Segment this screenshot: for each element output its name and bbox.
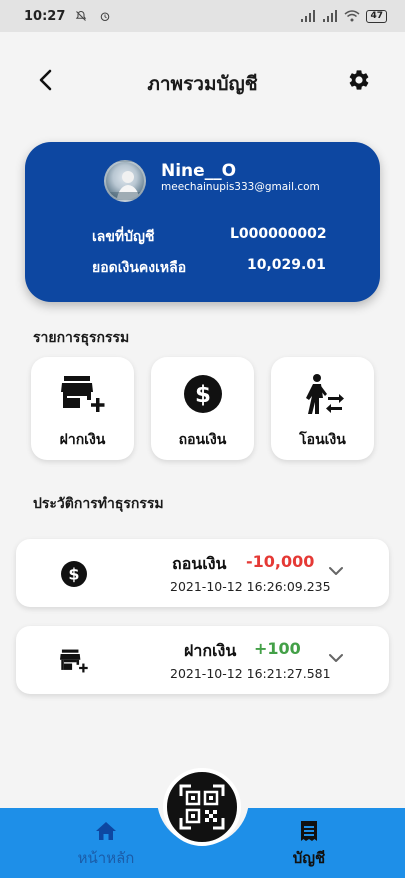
transactions-section-title: รายการธุรกรรม bbox=[33, 330, 130, 346]
nav-account-label: บัญชี bbox=[292, 849, 326, 867]
history-item-amount: -10,000 bbox=[246, 552, 315, 571]
qr-scan-button[interactable] bbox=[163, 768, 241, 846]
account-number-value: L000000002 bbox=[230, 226, 327, 242]
history-item-type: ฝากเงิน bbox=[184, 641, 237, 660]
alarm-icon bbox=[101, 12, 110, 22]
withdraw-label: ถอนเงิน bbox=[178, 432, 227, 448]
user-email: meechainupis333@gmail.com bbox=[161, 181, 320, 193]
history-item[interactable]: $ ถอนเงิน -10,000 2021-10-12 16:26:09.23… bbox=[16, 539, 389, 607]
withdraw-button[interactable]: $ ถอนเงิน bbox=[151, 357, 254, 460]
nav-account[interactable]: บัญชี bbox=[254, 820, 364, 870]
history-item-amount: +100 bbox=[254, 639, 301, 658]
store-plus-icon bbox=[60, 649, 88, 673]
chevron-down-icon[interactable] bbox=[329, 566, 343, 576]
dollar-coin-icon: $ bbox=[183, 375, 222, 413]
home-icon bbox=[96, 822, 116, 840]
history-item[interactable]: ฝากเงิน +100 2021-10-12 16:21:27.581 bbox=[16, 626, 389, 694]
deposit-button[interactable]: ฝากเงิน bbox=[31, 357, 134, 460]
history-item-type: ถอนเงิน bbox=[172, 554, 227, 573]
history-item-time: 2021-10-12 16:26:09.235 bbox=[170, 579, 331, 594]
avatar-photo-icon bbox=[106, 171, 144, 200]
balance-label: ยอดเงินคงเหลือ bbox=[92, 260, 187, 276]
signal-icon bbox=[301, 10, 316, 22]
person-transfer-icon bbox=[305, 374, 344, 414]
store-plus-icon bbox=[60, 376, 104, 412]
account-card: Nine__O meechainupis333@gmail.com เลขที่… bbox=[25, 142, 380, 302]
nav-home[interactable]: หน้าหลัก bbox=[51, 820, 161, 870]
history-item-time: 2021-10-12 16:21:27.581 bbox=[170, 666, 331, 681]
balance-value: 10,029.01 bbox=[247, 257, 326, 273]
receipt-icon bbox=[301, 821, 317, 841]
history-section-title: ประวัติการทำธุรกรรม bbox=[33, 496, 164, 512]
header: ภาพรวมบัญชี bbox=[0, 55, 405, 105]
account-number-label: เลขที่บัญชี bbox=[92, 229, 155, 245]
transfer-button[interactable]: โอนเงิน bbox=[271, 357, 374, 460]
nav-home-label: หน้าหลัก bbox=[77, 849, 135, 867]
status-time: 10:27 bbox=[24, 8, 66, 24]
user-name: Nine__O bbox=[161, 161, 237, 181]
qr-code-icon bbox=[179, 784, 225, 830]
wifi-icon bbox=[344, 10, 360, 22]
chevron-down-icon[interactable] bbox=[329, 653, 343, 663]
signal-icon-2 bbox=[323, 10, 338, 22]
deposit-label: ฝากเงิน bbox=[59, 432, 106, 448]
battery-indicator: 47 bbox=[366, 9, 387, 23]
status-bar: 10:27 47 bbox=[0, 0, 405, 32]
avatar bbox=[104, 160, 146, 202]
dollar-coin-icon: $ bbox=[61, 561, 87, 587]
svg-text:$: $ bbox=[68, 565, 79, 584]
page-title: ภาพรวมบัญชี bbox=[147, 73, 258, 95]
svg-text:$: $ bbox=[194, 382, 210, 408]
notifications-off-icon bbox=[76, 10, 87, 21]
gear-icon[interactable] bbox=[347, 68, 371, 92]
transfer-label: โอนเงิน bbox=[299, 432, 346, 448]
